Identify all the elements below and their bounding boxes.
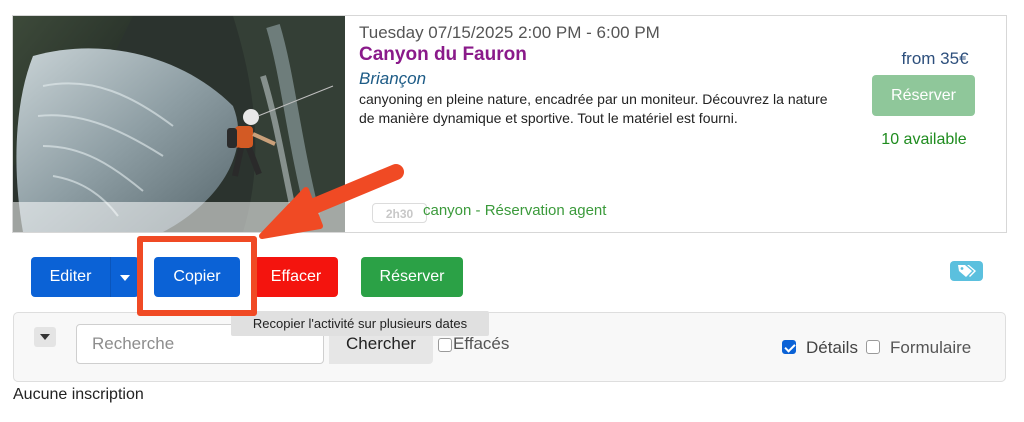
form-checkbox[interactable]: [866, 340, 880, 354]
copy-tooltip: Recopier l'activité sur plusieurs dates: [231, 311, 489, 336]
chevron-down-icon: [40, 334, 50, 340]
activity-card: Tuesday 07/15/2025 2:00 PM - 6:00 PM Can…: [12, 15, 1007, 233]
delete-button[interactable]: Effacer: [254, 257, 338, 297]
activity-location: Briançon: [359, 69, 427, 88]
activity-info: Tuesday 07/15/2025 2:00 PM - 6:00 PM Can…: [359, 16, 849, 232]
activity-date: Tuesday 07/15/2025 2:00 PM - 6:00 PM: [359, 23, 660, 42]
chevron-down-icon: [120, 275, 130, 281]
annotation-highlight-box: [137, 236, 257, 316]
form-label: Formulaire: [890, 338, 972, 357]
activity-description: canyoning en pleine nature, encadrée par…: [359, 91, 828, 126]
details-label: Détails: [806, 338, 858, 357]
tags-icon: [957, 265, 976, 277]
card-reserve-button[interactable]: Réserver: [872, 75, 975, 116]
panel-collapse-toggle[interactable]: [34, 327, 56, 347]
activity-title[interactable]: Canyon du Fauron: [359, 44, 527, 66]
reserve-button[interactable]: Réserver: [361, 257, 463, 297]
activity-photo: [13, 16, 345, 232]
deleted-label: Effacés: [453, 334, 510, 353]
empty-registrations-message: Aucune inscription: [13, 386, 144, 403]
availability-count: 10 available: [881, 131, 967, 148]
activity-price: from 35€: [901, 49, 969, 68]
activity-category: canyon - Réservation agent: [423, 202, 607, 219]
search-panel: Chercher Effacés Détails Formulaire: [13, 312, 1006, 382]
details-checkbox[interactable]: [782, 340, 796, 354]
edit-button[interactable]: Editer: [31, 257, 110, 297]
tags-button[interactable]: [950, 261, 983, 281]
edit-dropdown-toggle[interactable]: [110, 257, 139, 297]
duration-badge: 2h30: [372, 203, 427, 223]
deleted-checkbox[interactable]: [438, 338, 452, 352]
